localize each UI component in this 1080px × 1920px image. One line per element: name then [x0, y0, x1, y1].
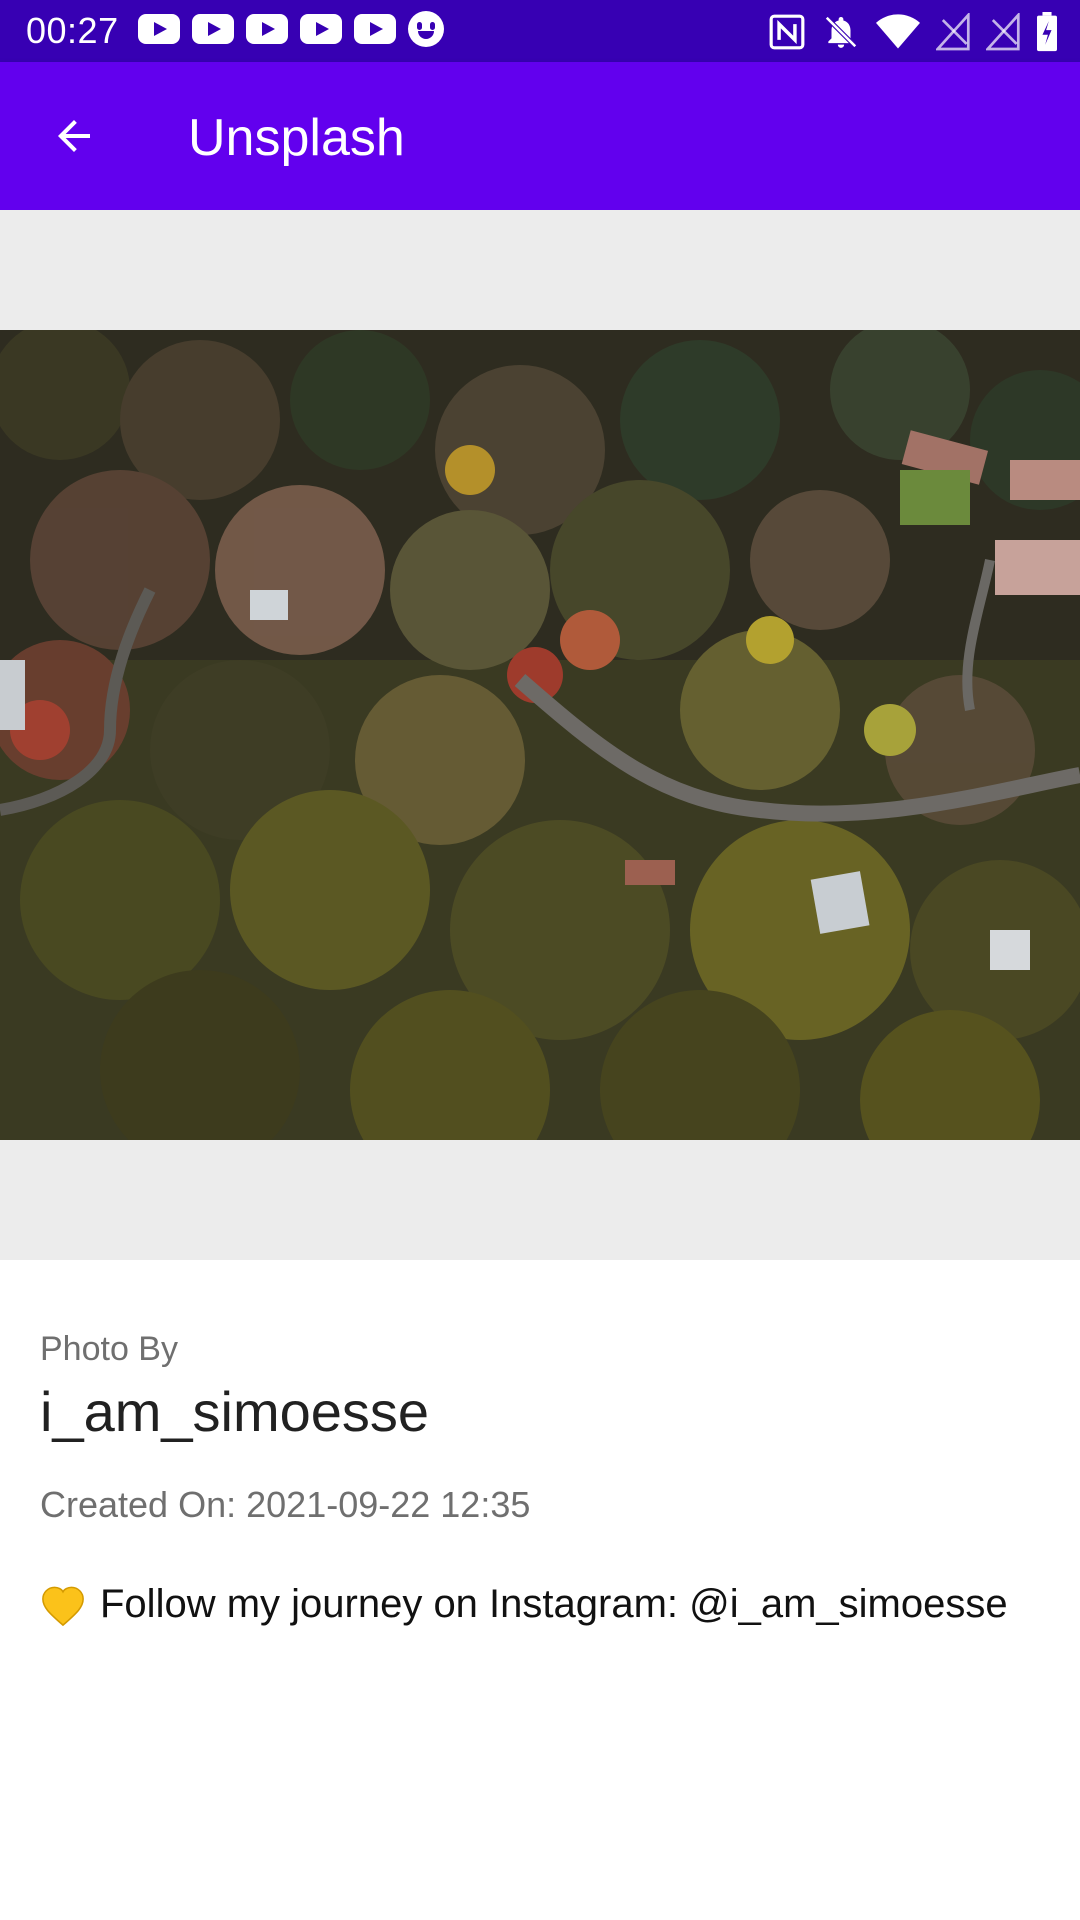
- created-on: Created On: 2021-09-22 12:35: [40, 1484, 1050, 1526]
- photo-details: Photo By i_am_simoesse Created On: 2021-…: [40, 1330, 1050, 1627]
- created-label: Created On:: [40, 1484, 237, 1525]
- youtube-icon: [192, 14, 234, 44]
- app-title: Unsplash: [188, 109, 405, 167]
- description-text: Follow my journey on Instagram: @i_am_si…: [100, 1582, 1008, 1626]
- signal-icon: [936, 13, 970, 51]
- battery-charging-icon: [1037, 12, 1057, 52]
- bell-off-icon: [825, 16, 857, 48]
- arrow-back-icon: [58, 120, 90, 152]
- created-value: 2021-09-22 12:35: [246, 1484, 531, 1525]
- face-icon: [408, 11, 444, 47]
- aerial-photo-graphic: [0, 330, 1080, 1140]
- youtube-icon: [246, 14, 288, 44]
- yellow-heart-icon: [42, 1586, 84, 1626]
- photo-container: [0, 210, 1080, 1260]
- status-bar: 00:27: [0, 0, 1080, 62]
- photo-by-label: Photo By: [40, 1330, 178, 1368]
- youtube-icon: [300, 14, 342, 44]
- youtube-icon: [138, 14, 180, 44]
- youtube-icon: [354, 14, 396, 44]
- signal-icon: [986, 13, 1020, 51]
- app-bar: Unsplash: [0, 62, 1080, 210]
- nfc-icon: [769, 14, 805, 50]
- back-button[interactable]: [36, 102, 112, 170]
- system-icons: [768, 12, 1058, 52]
- author-name: i_am_simoesse: [40, 1380, 430, 1443]
- wifi-icon: [876, 14, 920, 49]
- notification-icons: [138, 11, 444, 47]
- status-time: 00:27: [26, 10, 119, 51]
- photo-image[interactable]: [0, 330, 1080, 1140]
- photo-description: Follow my journey on Instagram: @i_am_si…: [40, 1582, 1050, 1627]
